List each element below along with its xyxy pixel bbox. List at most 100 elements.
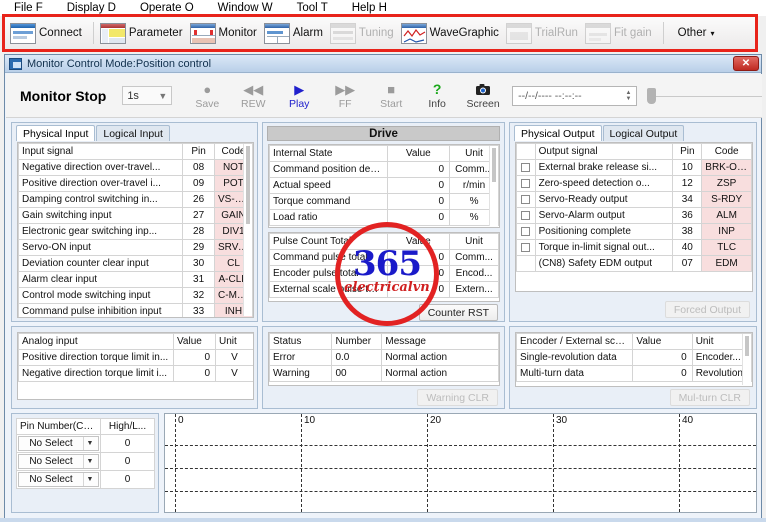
forced-output-button[interactable]: Forced Output bbox=[664, 301, 750, 318]
table-row[interactable]: No Select ▼ 0 bbox=[16, 470, 155, 489]
encoder-scrollbar[interactable] bbox=[742, 334, 751, 385]
toolbar-button-wavegraphic[interactable]: WaveGraphic bbox=[400, 19, 505, 47]
timeline-slider[interactable] bbox=[647, 86, 763, 106]
table-row: Error 0.0 Normal action bbox=[269, 349, 499, 366]
toolbar-button-alarm[interactable]: Alarm bbox=[263, 19, 329, 47]
toolbar-button-tuning[interactable]: Tuning bbox=[329, 19, 400, 47]
scrollbar-thumb[interactable] bbox=[745, 336, 749, 356]
chevron-down-icon[interactable]: ▼ bbox=[83, 473, 96, 486]
toolbar-button-connect[interactable]: Connect bbox=[9, 19, 88, 47]
scrollbar-thumb[interactable] bbox=[246, 146, 250, 224]
datetime-value: --/--/---- --:--:-- bbox=[518, 89, 582, 102]
toolbar-button-parameter[interactable]: Parameter bbox=[99, 19, 189, 47]
tab-logical-output[interactable]: Logical Output bbox=[602, 125, 685, 141]
info-button[interactable]: ? Info bbox=[414, 76, 460, 116]
spinner-arrows-icon[interactable]: ▲ ▼ bbox=[623, 90, 634, 102]
ff-button[interactable]: ▶▶ FF bbox=[322, 76, 368, 116]
tab-physical-input[interactable]: Physical Input bbox=[16, 125, 96, 141]
cell-pin-select[interactable]: No Select ▼ bbox=[16, 434, 101, 453]
pin-select-value: No Select bbox=[29, 474, 73, 485]
cell-checkbox[interactable] bbox=[516, 175, 536, 192]
output-checkbox[interactable] bbox=[521, 226, 531, 236]
warning-clr-button[interactable]: Warning CLR bbox=[417, 389, 498, 406]
output-checkbox[interactable] bbox=[521, 178, 531, 188]
start-button[interactable]: ■ Start bbox=[368, 76, 414, 116]
save-button[interactable]: ● Save bbox=[184, 76, 230, 116]
slider-thumb[interactable] bbox=[647, 87, 657, 104]
table-row[interactable]: Servo-Ready output 34 S-RDY bbox=[516, 191, 752, 208]
datetime-input[interactable]: --/--/---- --:--:-- ▲ ▼ bbox=[512, 85, 638, 106]
counter-rst-button[interactable]: Counter RST bbox=[418, 304, 498, 321]
table-row[interactable]: Alarm clear input 31 A-CLR bbox=[18, 271, 253, 288]
col-value: Value bbox=[386, 145, 451, 162]
rew-button[interactable]: ◀◀ REW bbox=[230, 76, 276, 116]
physical-input-scrollbar[interactable] bbox=[243, 144, 252, 316]
table-row[interactable]: Control mode switching input32C-MODE bbox=[18, 287, 253, 304]
table-row[interactable]: Gain switching input 27 GAIN bbox=[18, 207, 253, 224]
cell-unit: Comm... bbox=[449, 249, 499, 266]
cell-checkbox[interactable] bbox=[516, 223, 536, 240]
table-row[interactable]: Negative direction over-travel... 08 NOT bbox=[18, 159, 253, 176]
timing-chart[interactable]: 0 10 20 30 40 bbox=[164, 413, 757, 513]
cell-checkbox[interactable] bbox=[516, 239, 536, 256]
table-row[interactable]: (CN8) Safety EDM output 07 EDM bbox=[516, 255, 752, 272]
toolbar-button-trialrun[interactable]: TrialRun bbox=[505, 19, 584, 47]
wavegraphic-icon bbox=[400, 22, 427, 44]
table-row[interactable]: Deviation counter clear input 30 CL bbox=[18, 255, 253, 272]
table-row[interactable]: Torque in-limit signal out... 40 TLC bbox=[516, 239, 752, 256]
table-row[interactable]: No Select ▼ 0 bbox=[16, 452, 155, 471]
cell-checkbox[interactable] bbox=[516, 191, 536, 208]
drive-panel: Drive Internal State Value Unit Command … bbox=[262, 122, 505, 322]
multiturn-clr-button[interactable]: Mul-turn CLR bbox=[669, 389, 750, 406]
cell-code: S-RDY bbox=[701, 191, 752, 208]
table-row[interactable]: Electronic gear switching inp... 28 DIV1 bbox=[18, 223, 253, 240]
cell-checkbox[interactable] bbox=[516, 207, 536, 224]
pin-select-dropdown[interactable]: No Select ▼ bbox=[18, 454, 99, 469]
cell-pin-select[interactable]: No Select ▼ bbox=[16, 470, 101, 489]
chevron-down-icon[interactable]: ▼ bbox=[83, 437, 96, 450]
output-checkbox[interactable] bbox=[521, 242, 531, 252]
table-row[interactable]: Servo-ON input 29 SRV-ON bbox=[18, 239, 253, 256]
cell-signal: Servo-ON input bbox=[18, 239, 184, 256]
cell-checkbox[interactable] bbox=[516, 159, 536, 176]
cell-pin-select[interactable]: No Select ▼ bbox=[16, 452, 101, 471]
toolbar-button-fitgain[interactable]: Fit gain bbox=[584, 19, 658, 47]
scrollbar-thumb[interactable] bbox=[492, 148, 496, 182]
save-label: Save bbox=[195, 98, 220, 110]
pin-select-dropdown[interactable]: No Select ▼ bbox=[18, 436, 99, 451]
cell-value: 0 bbox=[632, 349, 693, 366]
table-row[interactable]: Positioning complete 38 INP bbox=[516, 223, 752, 240]
cell-signal: Negative direction over-travel... bbox=[18, 159, 184, 176]
toolbar-button-other[interactable]: Other ▾ bbox=[669, 19, 721, 47]
col-input-signal: Input signal bbox=[18, 143, 184, 160]
table-header-row: Output signal Pin Code bbox=[516, 143, 752, 160]
table-row[interactable]: Command pulse inhibition input 33 INH bbox=[18, 303, 253, 317]
output-checkbox[interactable] bbox=[521, 194, 531, 204]
toolbar-button-monitor[interactable]: Monitor bbox=[189, 19, 263, 47]
internal-state-scrollbar[interactable] bbox=[489, 146, 498, 226]
cell-name: Single-revolution data bbox=[516, 349, 634, 366]
play-button[interactable]: ▶ Play bbox=[276, 76, 322, 116]
chevron-down-icon[interactable]: ▼ bbox=[83, 455, 96, 468]
output-checkbox[interactable] bbox=[521, 162, 531, 172]
cell-value: 0 bbox=[386, 209, 451, 226]
pin-select-dropdown[interactable]: No Select ▼ bbox=[18, 472, 99, 487]
cell-status: Warning bbox=[269, 365, 333, 382]
table-row[interactable]: Damping control switching in...26VS-SEL1 bbox=[18, 191, 253, 208]
screen-label: Screen bbox=[466, 98, 500, 110]
table-row[interactable]: Servo-Alarm output 36 ALM bbox=[516, 207, 752, 224]
table-row[interactable]: External brake release si... 10 BRK-OFF bbox=[516, 159, 752, 176]
output-checkbox[interactable] bbox=[521, 210, 531, 220]
table-row[interactable]: No Select ▼ 0 bbox=[16, 434, 155, 453]
screen-button[interactable]: Screen bbox=[460, 76, 506, 116]
table-row[interactable]: Positive direction over-travel i... 09 POT bbox=[18, 175, 253, 192]
table-header-row: Status Number Message bbox=[269, 333, 499, 350]
interval-dropdown[interactable]: 1s ▼ bbox=[122, 86, 173, 105]
table-row[interactable]: Zero-speed detection o... 12 ZSP bbox=[516, 175, 752, 192]
close-icon[interactable]: ✕ bbox=[733, 56, 759, 71]
cell-code: TLC bbox=[701, 239, 752, 256]
tab-physical-output[interactable]: Physical Output bbox=[514, 125, 602, 141]
tab-logical-input[interactable]: Logical Input bbox=[96, 125, 170, 141]
cell-signal: Control mode switching input bbox=[18, 287, 184, 304]
table-row: Encoder pulse total 0 Encod... bbox=[269, 265, 499, 282]
